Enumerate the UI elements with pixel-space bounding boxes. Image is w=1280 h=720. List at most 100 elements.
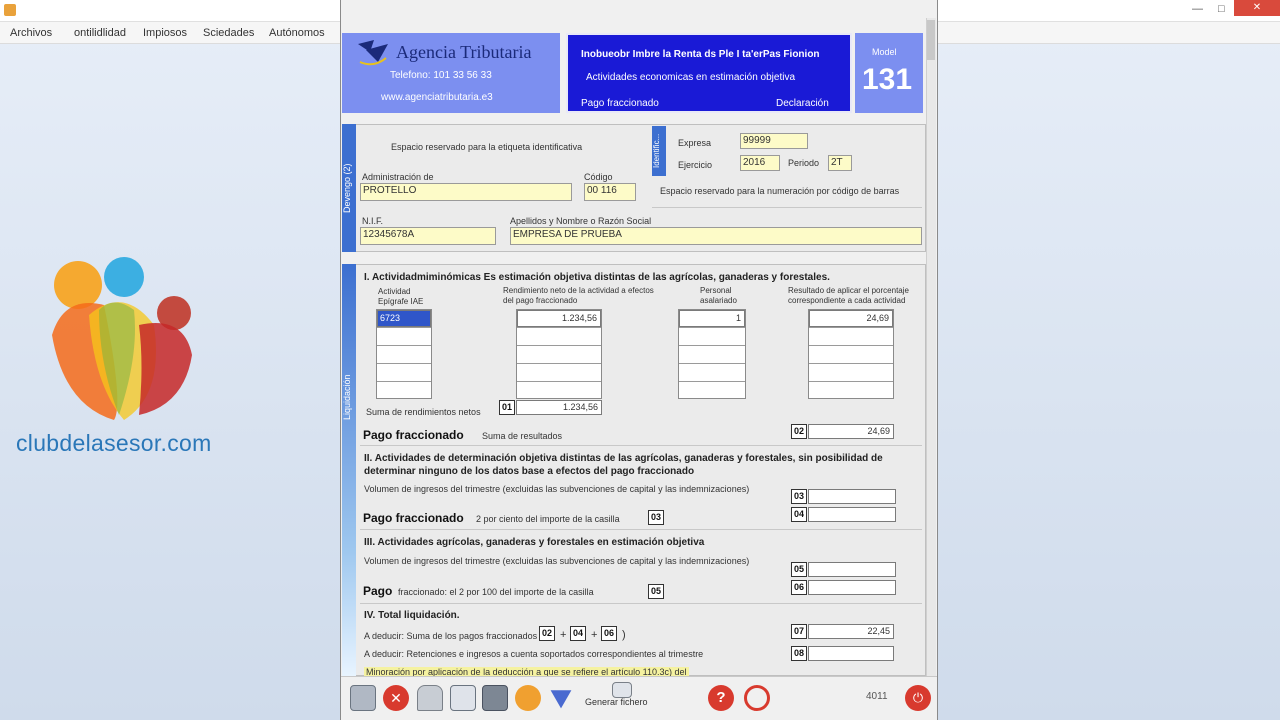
casilla-07: 07 bbox=[791, 624, 807, 639]
suma-rendimientos-label: Suma de rendimientos netos bbox=[366, 407, 481, 417]
casilla-05-ref: 05 bbox=[648, 584, 664, 599]
casilla-03: 03 bbox=[791, 489, 807, 504]
pago-3-label: Pago bbox=[363, 584, 393, 598]
pago-2-description: 2 por ciento del importe de la casilla bbox=[476, 514, 620, 524]
pago-3-description: fraccionado: el 2 por 100 del importe de… bbox=[398, 587, 594, 597]
razon-social-field[interactable]: EMPRESA DE PRUEBA bbox=[510, 227, 922, 245]
modelo-description: Inobueobr Imbre la Renta ds Ple I ta'erP… bbox=[566, 33, 852, 113]
print-icon[interactable] bbox=[350, 685, 376, 711]
identificacion-tab: Identific... bbox=[652, 126, 666, 176]
col-resultado: Resultado de aplicar el porcentaje corre… bbox=[788, 286, 909, 305]
ejercicio-label: Ejercicio bbox=[678, 160, 713, 170]
export-icon[interactable] bbox=[515, 685, 541, 711]
col-rendimiento: Rendimiento neto de la actividad a efect… bbox=[503, 286, 654, 305]
casilla-03-ref: 03 bbox=[648, 510, 664, 525]
file-icon[interactable] bbox=[612, 682, 632, 698]
casilla-01-field[interactable]: 1.234,56 bbox=[516, 400, 602, 415]
section-3-volumen: Volumen de ingresos del trimestre (exclu… bbox=[364, 556, 750, 566]
administracion-field[interactable]: PROTELLO bbox=[360, 183, 572, 201]
rendimiento-row-1[interactable]: 1.234,56 bbox=[517, 310, 601, 327]
agency-name: Agencia Tributaria bbox=[396, 42, 532, 62]
suma-resultados-label: Suma de resultados bbox=[482, 431, 563, 441]
total-a-deducir-label: A deducir: Suma de los pagos fraccionado… bbox=[364, 631, 543, 641]
administracion-label: Administración de bbox=[362, 172, 434, 182]
logo-text: clubdelasesor.com bbox=[16, 430, 212, 456]
plus-sign-1: + bbox=[560, 629, 567, 641]
casilla-05-field[interactable] bbox=[808, 562, 896, 577]
nif-field[interactable]: 12345678A bbox=[360, 227, 496, 245]
close-icon[interactable]: ✕ bbox=[1234, 0, 1280, 16]
nif-label: N.I.F. bbox=[362, 216, 384, 226]
liquidacion-tab-label: Liquidación bbox=[342, 374, 352, 420]
ref-02: 02 bbox=[539, 626, 555, 641]
casilla-01: 01 bbox=[499, 400, 515, 415]
casilla-02: 02 bbox=[791, 424, 807, 439]
help-icon[interactable]: ? bbox=[708, 685, 734, 711]
devengo-tab: Devengo (2) bbox=[342, 124, 356, 252]
form-icon[interactable] bbox=[450, 685, 476, 711]
maximize-icon[interactable]: □ bbox=[1218, 3, 1225, 15]
section-3-title: III. Actividades agrícolas, ganaderas y … bbox=[364, 537, 705, 548]
calculator-icon[interactable] bbox=[482, 685, 508, 711]
menu-archivos[interactable]: Archivos bbox=[10, 27, 52, 39]
plus-sign-2: + bbox=[591, 629, 598, 641]
section-2-title: II. Actividades de determinación objetiv… bbox=[364, 453, 883, 477]
casilla-06: 06 bbox=[791, 580, 807, 595]
personal-row-1[interactable]: 1 bbox=[679, 310, 745, 327]
empresa-field[interactable]: 99999 bbox=[740, 133, 808, 149]
clubdelasesor-logo bbox=[52, 257, 192, 420]
epigrafe-row-1[interactable]: 6723 bbox=[377, 310, 431, 327]
periodo-field[interactable]: 2T bbox=[828, 155, 852, 171]
declaracion-label: Declaración bbox=[776, 98, 829, 109]
lifebuoy-icon[interactable] bbox=[744, 685, 770, 711]
col-epigrafe: Epígrafe IAE bbox=[378, 297, 424, 306]
casilla-08-field[interactable] bbox=[808, 646, 894, 661]
pago-fraccionado-1: Pago fraccionado bbox=[363, 428, 464, 442]
vertical-scrollbar[interactable] bbox=[926, 18, 936, 676]
barcode-separator bbox=[652, 207, 922, 208]
casilla-07-field[interactable]: 22,45 bbox=[808, 624, 894, 639]
casilla-06-field[interactable] bbox=[808, 580, 896, 595]
toolbar-counter: 4011 bbox=[866, 691, 888, 702]
casilla-04-field[interactable] bbox=[808, 507, 896, 522]
scrollbar-thumb[interactable] bbox=[927, 20, 935, 60]
power-icon[interactable]: ⏻ bbox=[905, 685, 931, 711]
liquidacion-tab: Liquidación bbox=[342, 264, 356, 676]
casilla-08: 08 bbox=[791, 646, 807, 661]
col-actividad: Actividad bbox=[378, 287, 411, 296]
title-line-1: Inobueobr Imbre la Renta ds Ple I ta'erP… bbox=[581, 49, 820, 60]
codigo-field[interactable]: 00 116 bbox=[584, 183, 636, 201]
ejercicio-field[interactable]: 2016 bbox=[740, 155, 780, 171]
etiqueta-label: Espacio reservado para la etiqueta ident… bbox=[391, 142, 583, 152]
title-line-2: Actividades economicas en estimación obj… bbox=[586, 72, 795, 83]
casilla-02-field[interactable]: 24,69 bbox=[808, 424, 894, 439]
barcode-label: Espacio reservado para la numeración por… bbox=[660, 186, 900, 196]
pago-fraccionado-2: Pago fraccionado bbox=[363, 511, 464, 525]
razon-social-label: Apellidos y Nombre o Razón Social bbox=[510, 216, 652, 226]
minimize-icon[interactable]: — bbox=[1192, 3, 1203, 15]
menu-autonomos[interactable]: Autónomos bbox=[269, 27, 325, 39]
menu-sociedades[interactable]: Sciedades bbox=[203, 27, 254, 39]
ref-06: 06 bbox=[601, 626, 617, 641]
menu-contabilidad[interactable]: ontilidlidad bbox=[74, 27, 126, 39]
section-separator-1 bbox=[360, 445, 922, 446]
codigo-label: Código bbox=[584, 172, 613, 182]
casilla-03-field[interactable] bbox=[808, 489, 896, 504]
generar-fichero-label[interactable]: Generar fichero bbox=[585, 697, 648, 707]
trash-icon[interactable] bbox=[417, 685, 443, 711]
section-1-title: I. Actividadmiminómicas Es estimación ob… bbox=[364, 272, 830, 283]
col-personal: Personal asalariado bbox=[700, 286, 737, 305]
periodo-label: Periodo bbox=[788, 158, 820, 168]
pago-fraccionado-label: Pago fraccionado bbox=[581, 98, 659, 109]
casilla-04: 04 bbox=[791, 507, 807, 522]
section-4-title: IV. Total liquidación. bbox=[364, 610, 460, 621]
section-2-volumen: Volumen de ingresos del trimestre (exclu… bbox=[364, 484, 750, 494]
empresa-label: Expresa bbox=[678, 138, 712, 148]
resultado-row-1[interactable]: 24,69 bbox=[809, 310, 893, 327]
ref-04: 04 bbox=[570, 626, 586, 641]
agency-website: www.agenciatributaria.e3 bbox=[381, 92, 493, 103]
app-icon bbox=[4, 4, 16, 16]
menu-impuestos[interactable]: Impiosos bbox=[143, 27, 187, 39]
delete-icon[interactable]: ✕ bbox=[383, 685, 409, 711]
agency-logo-icon bbox=[358, 40, 388, 66]
